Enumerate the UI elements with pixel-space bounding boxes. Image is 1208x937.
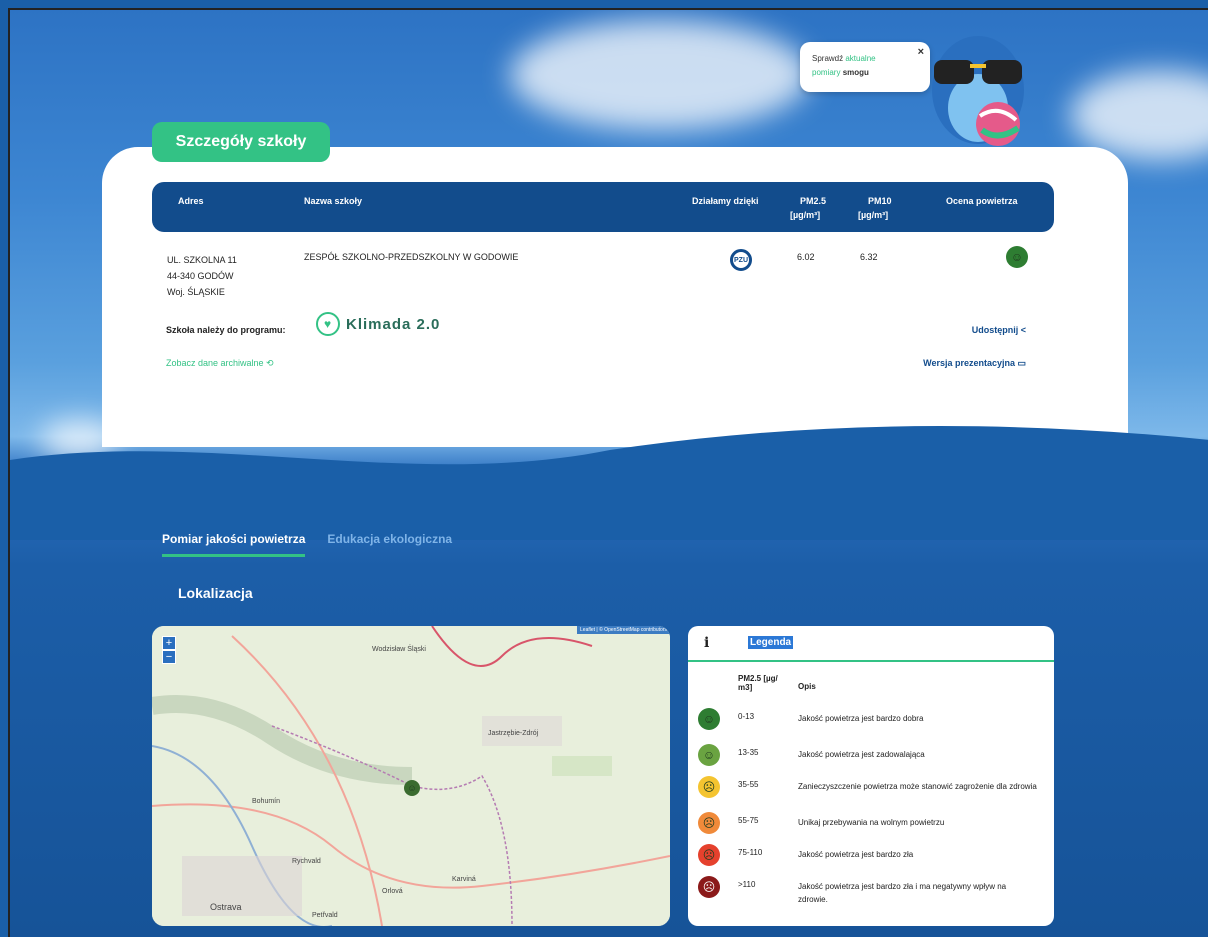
worried-icon: ☹ [698,776,720,798]
school-marker-icon[interactable]: ☺ [404,780,420,796]
legend-range: 0-13 [738,712,755,721]
legend-row: ☹ 55-75 Unikaj przebywania na wolnym pow… [688,812,1054,848]
legend-desc: Jakość powietrza jest bardzo zła i ma ne… [798,882,1007,904]
legend-row: ☹ 35-55 Zanieczyszczenie powietrza może … [688,776,1054,812]
air-quality-smile-icon: ☺ [1006,246,1028,268]
map-label: Petřvald [312,912,338,919]
wave-divider [10,426,1208,540]
school-name: ZESPÓŁ SZKOLNO-PRZEDSZKOLNY W GODOWIE [304,252,519,262]
legend-desc: Unikaj przebywania na wolnym powietrzu [798,818,945,827]
table-header: Adres Nazwa szkoły Działamy dzięki PM2.5… [152,182,1054,232]
bubble-text: pomiary [812,68,841,77]
klimada-logo[interactable]: ♥ Klimada 2.0 [316,312,440,336]
klimada-name: Klimada 2.0 [346,315,441,333]
map-label: Jastrzębie-Zdrój [488,730,539,737]
presentation-link[interactable]: Wersja prezentacyjna ▭ [923,358,1026,369]
legend-desc: Zanieczyszczenie powietrza może stanowić… [798,782,1037,791]
bubble-text: Sprawdź [812,54,844,63]
col-thanks: Działamy dzięki [692,196,759,206]
section-title: Lokalizacja [178,585,253,601]
map-label: Rychvald [292,858,321,865]
legend-panel: i Legenda PM2.5 [µg/ m3] Opis ☺ 0-13 Jak… [688,626,1054,926]
info-icon: i [704,635,710,651]
legend-range: 55-75 [738,816,759,825]
map-label: Orlová [382,888,403,895]
legend-range: >110 [738,880,756,889]
address-street: UL. SZKOLNA 11 [167,255,237,265]
smile-icon: ☺ [698,708,720,730]
bubble-text: aktualne [845,54,876,63]
address-region: Woj. ŚLĄSKIE [167,287,225,297]
tab-eco-education[interactable]: Edukacja ekologiczna [327,532,452,557]
col-address: Adres [178,196,204,206]
map-label: Bohumín [252,798,281,805]
legend-header: i Legenda [688,626,1054,662]
col-pm25: PM2.5 [800,196,827,206]
legend-row: ☺ 0-13 Jakość powietrza jest bardzo dobr… [688,708,1054,744]
program-label: Szkoła należy do programu: [166,325,286,335]
address-city: 44-340 GODÓW [167,271,234,281]
col-rating: Ocena powietrza [946,196,1018,206]
legend-desc: Jakość powietrza jest zadowalająca [798,750,925,759]
pm25-value: 6.02 [797,252,815,262]
zoom-in-button[interactable]: + [162,636,176,650]
col-school-name: Nazwa szkoły [304,196,363,206]
col-pm10-unit: [µg/m³] [858,210,889,220]
owl-mascot-icon [932,36,1024,146]
legend-row: ☹ 75-110 Jakość powietrza jest bardzo zł… [688,844,1054,880]
legend-row: ☺ 13-35 Jakość powietrza jest zadowalają… [688,744,1054,780]
map-attribution[interactable]: Leaflet | © OpenStreetMap contributors [577,626,670,634]
legend-desc: Jakość powietrza jest bardzo zła [798,850,914,859]
tab-bar: Pomiar jakości powietrza Edukacja ekolog… [162,532,452,557]
map-label: Wodzisław Śląski [372,646,426,653]
shocked-icon: ☹ [698,876,720,898]
table-row-address: UL. SZKOLNA 11 44-340 GODÓW Woj. ŚLĄSKIE [167,252,237,300]
legend-range: 35-55 [738,780,759,789]
legend-row: ☹ >110 Jakość powietrza jest bardzo zła … [688,876,1054,912]
legend-range: 13-35 [738,748,759,757]
pm10-value: 6.32 [860,252,878,262]
map-tiles [152,626,670,926]
pzu-logo-icon[interactable]: PZU [730,249,752,271]
legend-title: Legenda [748,636,794,649]
share-link[interactable]: Udostępnij < [972,325,1026,335]
neutral-icon: ☺ [698,744,720,766]
page-title: Szczegóły szkoły [152,122,330,162]
legend-col-range: PM2.5 [µg/ m3] [738,674,778,692]
legend-desc: Jakość powietrza jest bardzo dobra [798,714,924,723]
map-label: Ostrava [210,902,242,912]
col-pm25-unit: [µg/m³] [790,210,821,220]
legend-col-desc: Opis [798,682,816,691]
sad-icon: ☹ [698,812,720,834]
location-map[interactable]: + − Leaflet | © OpenStreetMap contributo… [152,626,670,926]
bubble-text: smogu [842,68,869,77]
map-label: Karviná [452,876,476,883]
zoom-out-button[interactable]: − [162,650,176,664]
legend-range: 75-110 [738,848,763,857]
angry-icon: ☹ [698,844,720,866]
smog-bubble[interactable]: Sprawdź aktualne pomiary smogu × [800,42,930,92]
tab-air-quality[interactable]: Pomiar jakości powietrza [162,532,306,557]
cloud [510,20,810,130]
archive-link[interactable]: Zobacz dane archiwalne ⟲ [166,358,274,369]
col-pm10: PM10 [868,196,892,206]
klimada-heart-icon: ♥ [316,312,340,336]
